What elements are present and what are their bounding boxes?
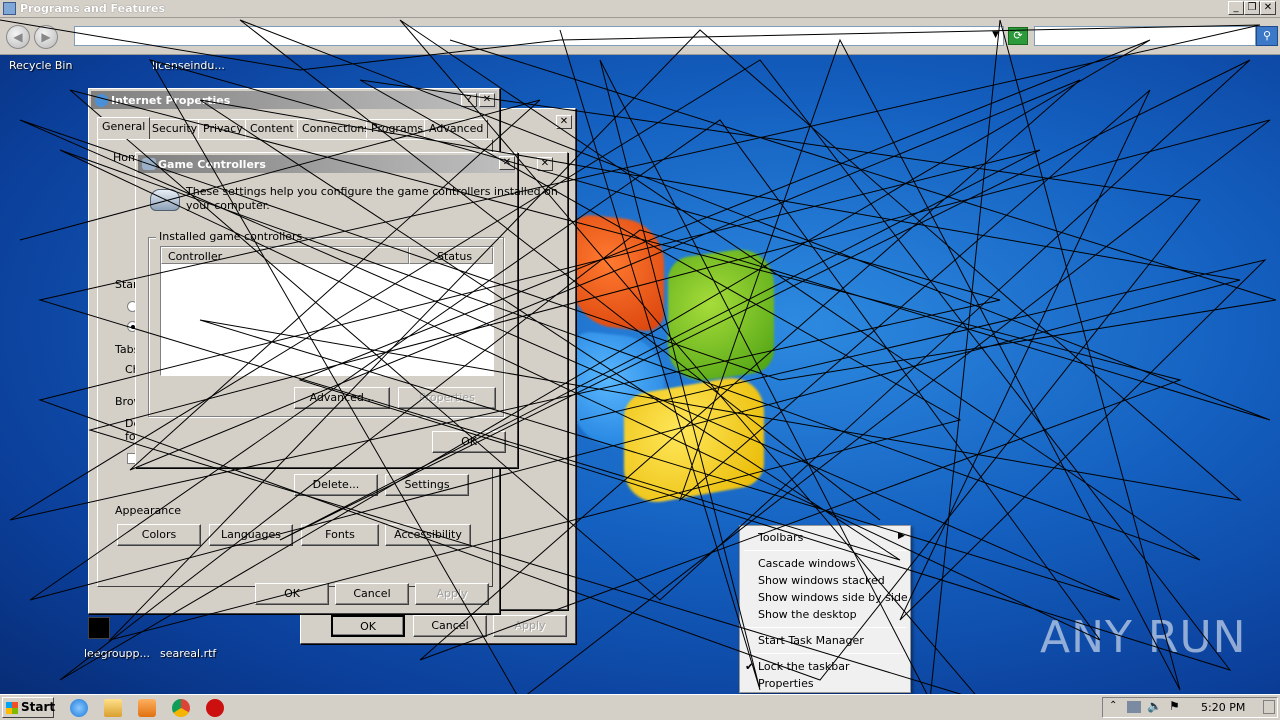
game-controllers-window: Game Controllers ✕ These settings help y…	[135, 152, 558, 468]
colors-button[interactable]: Colors	[117, 524, 201, 546]
clock[interactable]: 5:20 PM	[1201, 701, 1245, 714]
explorer-navbar: ◀ ▶ ▼ ⟳ ⚲	[0, 18, 1280, 55]
ie-icon	[95, 94, 108, 107]
start-label: Start	[21, 700, 56, 714]
opera-icon[interactable]	[206, 699, 224, 717]
tab-general[interactable]: General	[97, 117, 151, 139]
chevron-down-icon[interactable]: ▼	[992, 30, 999, 40]
tab-privacy[interactable]: Privacy	[198, 119, 248, 138]
ok-button[interactable]: OK	[255, 583, 329, 605]
advanced-button[interactable]: Advanced...	[294, 387, 390, 409]
folder-icon[interactable]	[104, 699, 122, 717]
menu-separator	[744, 653, 906, 654]
network-icon[interactable]	[1127, 701, 1141, 713]
description-line-1: These settings help you configure the ga…	[186, 185, 558, 198]
game-controllers-title: Game Controllers	[158, 158, 266, 171]
explorer-title: Programs and Features	[20, 2, 166, 15]
menu-item-toolbars[interactable]: Toolbars	[758, 531, 803, 544]
system-tray: ⌃ 🔈 ⚑ 5:20 PM	[1102, 697, 1278, 718]
restore-button[interactable]: ❐	[1244, 1, 1260, 15]
game-ok-button[interactable]: OK	[432, 431, 506, 453]
controllers-list[interactable]: Controller Status	[160, 246, 494, 376]
menu-item-task-manager[interactable]: Start Task Manager	[758, 634, 864, 647]
description-line-2: your computer.	[186, 199, 270, 212]
media-player-icon[interactable]	[138, 699, 156, 717]
menu-item-lock-taskbar[interactable]: Lock the taskbar	[758, 660, 850, 673]
internet-properties-close-icon[interactable]: ✕	[479, 93, 495, 107]
appearance-label: Appearance	[115, 504, 182, 517]
menu-item-stacked[interactable]: Show windows stacked	[758, 574, 885, 587]
back-cancel-button[interactable]: Cancel	[413, 615, 487, 637]
menu-item-side-by-side[interactable]: Show windows side by side	[758, 591, 908, 604]
forward-arrow-icon[interactable]: ▶	[34, 25, 58, 49]
taskbar-context-menu: Toolbars ▶ Cascade windows Show windows …	[739, 525, 911, 693]
tab-strip: General Security Privacy Content Connect…	[97, 117, 493, 141]
address-bar[interactable]: ▼	[74, 26, 1004, 46]
windows-logo-icon	[6, 702, 18, 714]
internet-properties-titlebar: Internet Properties	[91, 91, 497, 109]
properties-button[interactable]: Properties	[398, 387, 496, 409]
game-controllers-titlebar: Game Controllers	[138, 155, 515, 173]
volume-icon[interactable]: 🔈	[1147, 699, 1162, 713]
tab-connections[interactable]: Connections	[297, 119, 375, 138]
flag-icon[interactable]: ⚑	[1169, 699, 1180, 713]
explorer-titlebar: Programs and Features _ ❐ ✕	[0, 0, 1280, 18]
taskbar: Start ⌃ 🔈 ⚑ 5:20 PM	[0, 694, 1280, 720]
tab-programs[interactable]: Programs	[366, 119, 429, 138]
search-input[interactable]	[1034, 26, 1256, 46]
anyrun-watermark: ANY RUN	[1040, 612, 1247, 663]
menu-item-properties[interactable]: Properties	[758, 677, 814, 690]
control-panel-icon	[3, 2, 16, 15]
desktop-icon-seareal[interactable]: seareal.rtf	[160, 647, 216, 660]
checkmark-icon: ✔	[745, 660, 755, 673]
installed-controllers-label: Installed game controllers	[156, 230, 306, 243]
submenu-arrow-icon: ▶	[898, 531, 905, 541]
menu-separator	[744, 627, 906, 628]
internet-explorer-icon[interactable]	[70, 699, 88, 717]
search-icon[interactable]: ⚲	[1256, 26, 1278, 46]
chevron-up-icon[interactable]: ⌃	[1109, 700, 1117, 711]
back-dialog-close-icon[interactable]: ✕	[556, 115, 572, 129]
tab-advanced[interactable]: Advanced	[424, 119, 489, 138]
languages-button[interactable]: Languages	[209, 524, 293, 546]
settings-button[interactable]: Settings	[385, 474, 469, 496]
column-header-controller[interactable]: Controller	[161, 247, 409, 264]
menu-item-cascade[interactable]: Cascade windows	[758, 557, 856, 570]
desktop-icon-recycle-bin[interactable]: Recycle Bin	[9, 59, 72, 72]
fonts-button[interactable]: Fonts	[301, 524, 379, 546]
menu-separator	[744, 550, 906, 551]
column-header-status[interactable]: Status	[409, 247, 493, 264]
back-arrow-icon[interactable]: ◀	[6, 25, 30, 49]
desktop-icon-leegroup[interactable]: leegroupp...	[84, 647, 150, 660]
gamepad-small-icon	[142, 158, 156, 170]
refresh-icon[interactable]: ⟳	[1008, 27, 1028, 45]
tab-content[interactable]: Content	[245, 119, 299, 138]
game-controllers-close-icon[interactable]: ✕	[499, 156, 515, 170]
show-desktop-button[interactable]	[1263, 700, 1275, 714]
back-dialog-2-close-icon[interactable]: ✕	[537, 157, 553, 171]
apply-button[interactable]: Apply	[415, 583, 489, 605]
internet-properties-title: Internet Properties	[111, 94, 231, 107]
menu-item-show-desktop[interactable]: Show the desktop	[758, 608, 857, 621]
desktop-icon-license[interactable]: licenseindu...	[152, 59, 225, 72]
delete-button[interactable]: Delete...	[294, 474, 378, 496]
back-ok-button[interactable]: OK	[331, 615, 405, 637]
accessibility-button[interactable]: Accessibility	[385, 524, 471, 546]
tab-security[interactable]: Security	[147, 119, 203, 138]
back-apply-button[interactable]: Apply	[493, 615, 567, 637]
chrome-icon[interactable]	[172, 699, 190, 717]
help-icon[interactable]: ?	[461, 93, 477, 107]
minimize-button[interactable]: _	[1228, 1, 1244, 15]
cancel-button[interactable]: Cancel	[335, 583, 409, 605]
gamepad-icon	[150, 189, 180, 211]
close-button[interactable]: ✕	[1260, 1, 1276, 15]
file-icon[interactable]	[88, 617, 110, 639]
start-button[interactable]: Start	[2, 697, 56, 718]
